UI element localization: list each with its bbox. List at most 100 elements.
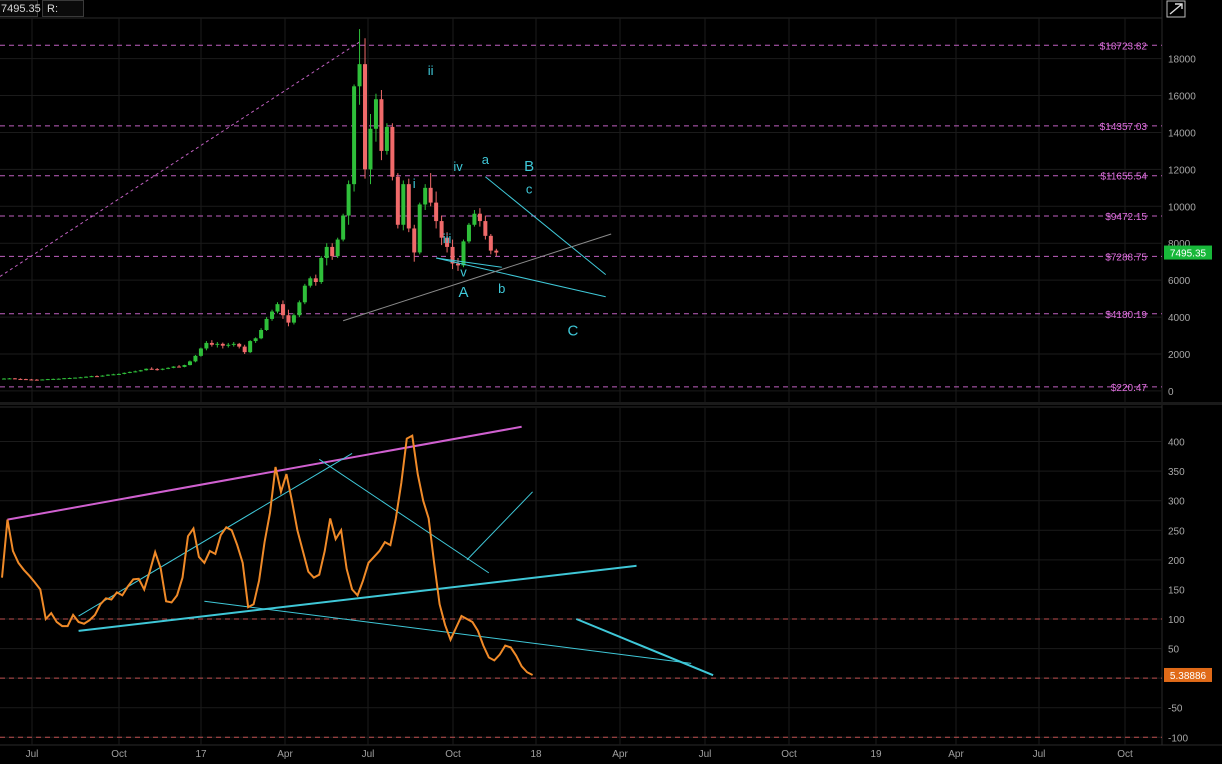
wave-label: b <box>498 281 505 296</box>
candle-body <box>127 371 132 373</box>
oscillator-axis-tick-label: 300 <box>1168 497 1185 508</box>
chart-settings-icon[interactable] <box>1166 0 1186 18</box>
candle-body <box>51 378 56 380</box>
candle-body <box>182 365 187 367</box>
candle-body <box>171 366 176 368</box>
oscillator-last-value: 5.38886 <box>1170 671 1207 682</box>
candle-body <box>259 330 264 339</box>
candle-body <box>352 86 357 185</box>
candle-body <box>133 371 138 373</box>
price-axis-tick-label: 0 <box>1168 387 1174 398</box>
candle-body <box>231 343 236 345</box>
x-tick-label: Jul <box>26 749 39 760</box>
price-and-oscillator-chart[interactable]: Jul Oct 17 Apr Jul Oct 18 Apr Jul Oct 19 Apr Jul Oct 0… <box>0 0 1222 764</box>
x-tick-label: Jul <box>362 749 375 760</box>
candle-body <box>291 315 296 323</box>
wave-label: c <box>526 181 533 196</box>
candle-body <box>73 377 78 379</box>
candle-body <box>264 318 269 330</box>
candle-body <box>330 246 335 257</box>
candle-body <box>2 378 6 380</box>
price-axis-tick-label: 18000 <box>1168 55 1196 66</box>
candle-body <box>406 184 411 229</box>
candle-body <box>155 369 160 371</box>
candle-body <box>477 213 482 222</box>
candle-body <box>12 378 17 380</box>
price-axis-tick-label: 2000 <box>1168 350 1191 361</box>
candle-body <box>34 379 39 381</box>
candle-body <box>166 367 171 369</box>
candle-body <box>324 246 329 258</box>
candle-body <box>111 374 116 376</box>
candle-body <box>335 239 340 257</box>
candle-body <box>434 202 439 222</box>
oscillator-axis-tick-label: 100 <box>1168 615 1185 626</box>
candle-body <box>215 343 220 345</box>
x-tick-label: 17 <box>195 749 207 760</box>
candle-body <box>122 372 127 374</box>
candle-body <box>384 126 389 151</box>
wave-label: iv <box>453 159 463 174</box>
price-level-label: $7288.75 <box>1105 252 1147 263</box>
wave-label: v <box>460 264 467 279</box>
candle-body <box>297 302 302 316</box>
candle-body <box>138 370 143 372</box>
candle-body <box>149 368 154 370</box>
candle-body <box>313 278 318 282</box>
candle-body <box>198 348 203 356</box>
x-tick-label: Jul <box>699 749 712 760</box>
wave-label: C <box>567 323 578 340</box>
oscillator-axis-tick-label: -100 <box>1168 733 1188 744</box>
oscillator-axis-tick-label: -50 <box>1168 704 1183 715</box>
candle-body <box>29 379 34 381</box>
candle-body <box>226 344 231 346</box>
candle-body <box>346 184 351 216</box>
candle-body <box>319 258 324 282</box>
candle-body <box>220 343 225 346</box>
price-axis-tick-label: 10000 <box>1168 202 1196 213</box>
candle-body <box>40 379 45 381</box>
price-axis-tick-label: 14000 <box>1168 128 1196 139</box>
candle-body <box>275 304 280 312</box>
price-level-label: $4180.19 <box>1105 310 1147 321</box>
oscillator-panel-bg <box>0 421 1162 749</box>
price-level-label: $18723.82 <box>1100 41 1148 52</box>
candle-body <box>379 99 384 151</box>
candle-body <box>488 235 493 251</box>
candle-body <box>253 338 258 342</box>
candle-body <box>308 278 313 286</box>
candle-body <box>84 376 89 378</box>
price-level-label: $220.47 <box>1111 383 1148 394</box>
oscillator-axis-tick-label: 150 <box>1168 585 1185 596</box>
candle-body <box>286 315 291 323</box>
oscillator-axis-tick-label: 50 <box>1168 645 1180 656</box>
wave-label: a <box>482 152 490 167</box>
price-axis-tick-label: 12000 <box>1168 165 1196 176</box>
candle-body <box>417 204 422 253</box>
panel-separator <box>0 402 1222 405</box>
x-tick-label: Apr <box>277 749 293 760</box>
candle-body <box>56 378 61 380</box>
x-tick-label: Apr <box>612 749 628 760</box>
candle-body <box>395 176 400 225</box>
candle-body <box>18 378 23 380</box>
candle-body <box>357 64 362 87</box>
candle-body <box>428 187 433 203</box>
price-axis-tick-label: 6000 <box>1168 276 1191 287</box>
candle-body <box>116 373 121 375</box>
candle-body <box>89 376 94 378</box>
candle-body <box>160 368 165 370</box>
price-level-label: $14357.03 <box>1100 122 1148 133</box>
candle-body <box>7 378 12 380</box>
wave-label: iii <box>443 231 452 246</box>
candle-body <box>105 374 110 376</box>
candle-body <box>341 215 346 240</box>
x-tick-label: Oct <box>445 749 461 760</box>
candle-body <box>209 342 214 345</box>
candle-body <box>280 304 285 316</box>
price-level-label: $11655.54 <box>1100 172 1147 183</box>
candle-body <box>466 224 471 242</box>
candle-body <box>177 366 182 368</box>
price-panel-bg <box>0 18 1162 402</box>
candle-body <box>363 64 368 170</box>
